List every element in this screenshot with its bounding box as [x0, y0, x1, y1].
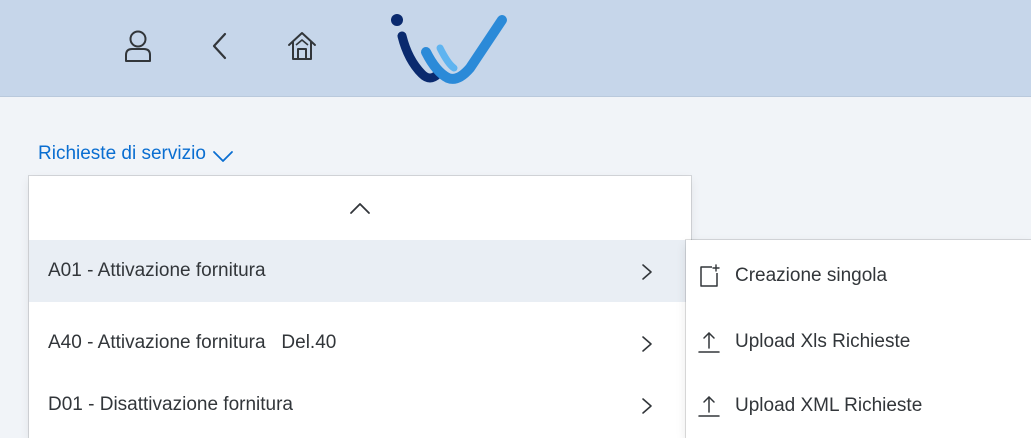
user-icon: [125, 30, 151, 62]
upload-icon: [698, 332, 720, 353]
submenu-item-upload-xml[interactable]: Upload XML Richieste: [686, 374, 1031, 438]
user-button[interactable]: [118, 26, 158, 66]
submenu: Creazione singola Upload Xls Richieste U…: [686, 240, 1031, 438]
menu-item-label: A01 - Attivazione fornitura: [48, 260, 266, 281]
menu-item-d01[interactable]: D01 - Disattivazione fornitura: [29, 374, 691, 436]
menu-item-a01[interactable]: A01 - Attivazione fornitura: [29, 240, 691, 302]
company-logo: [391, 14, 507, 84]
home-icon: [288, 32, 316, 60]
page-title: Richieste di servizio: [38, 143, 206, 164]
shell-bar: [0, 0, 1031, 97]
menu-item-a40[interactable]: A40 - Attivazione fornitura Del.40: [29, 312, 691, 374]
submenu-item-creazione-singola[interactable]: Creazione singola: [686, 244, 1031, 308]
back-icon: [212, 32, 227, 60]
submenu-item-upload-xls[interactable]: Upload Xls Richieste: [686, 310, 1031, 374]
chevron-right-icon: [642, 398, 652, 414]
chevron-up-icon: [350, 203, 370, 214]
new-document-icon: [700, 264, 720, 287]
scroll-up-button[interactable]: [29, 176, 691, 240]
submenu-item-label: Upload Xls Richieste: [735, 331, 911, 352]
home-button[interactable]: [282, 26, 322, 66]
menu-item-label: D01 - Disattivazione fornitura: [48, 394, 293, 415]
chevron-right-icon: [642, 336, 652, 352]
menu-item-label: A40 - Attivazione fornitura Del.40: [48, 332, 337, 353]
submenu-item-label: Upload XML Richieste: [735, 395, 923, 416]
chevron-right-icon: [642, 264, 652, 280]
submenu-item-label: Creazione singola: [735, 265, 888, 286]
dropdown-menu: A01 - Attivazione fornitura A40 - Attiva…: [29, 176, 691, 438]
chevron-down-icon: [213, 151, 233, 162]
back-button[interactable]: [200, 26, 240, 66]
title-menu-button[interactable]: Richieste di servizio: [38, 139, 234, 169]
upload-icon: [698, 396, 720, 417]
